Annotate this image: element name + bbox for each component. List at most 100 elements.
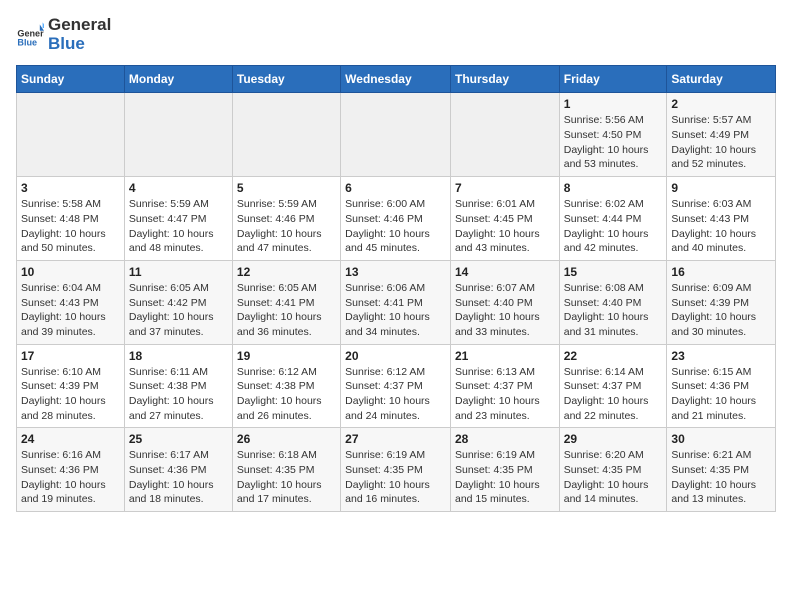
day-info: Sunrise: 6:12 AM Sunset: 4:38 PM Dayligh… [237,365,336,424]
day-number: 27 [345,432,446,446]
day-number: 12 [237,265,336,279]
day-number: 18 [129,349,228,363]
calendar-cell: 30 Sunrise: 6:21 AM Sunset: 4:35 PM Dayli… [667,428,776,512]
day-info: Sunrise: 6:05 AM Sunset: 4:41 PM Dayligh… [237,281,336,340]
day-info: Sunrise: 5:57 AM Sunset: 4:49 PM Dayligh… [671,113,771,172]
day-number: 2 [671,97,771,111]
day-info: Sunrise: 6:06 AM Sunset: 4:41 PM Dayligh… [345,281,446,340]
calendar-cell: 11 Sunrise: 6:05 AM Sunset: 4:42 PM Dayli… [124,260,232,344]
day-info: Sunrise: 6:01 AM Sunset: 4:45 PM Dayligh… [455,197,555,256]
weekday-saturday: Saturday [667,66,776,93]
week-row-1: 1 Sunrise: 5:56 AM Sunset: 4:50 PM Daylig… [17,93,776,177]
day-number: 6 [345,181,446,195]
calendar-cell: 9 Sunrise: 6:03 AM Sunset: 4:43 PM Daylig… [667,177,776,261]
logo-blue: Blue [48,35,111,54]
calendar-cell [124,93,232,177]
calendar-cell: 5 Sunrise: 5:59 AM Sunset: 4:46 PM Daylig… [232,177,340,261]
day-number: 16 [671,265,771,279]
header: General Blue General Blue [16,16,776,53]
calendar-cell: 19 Sunrise: 6:12 AM Sunset: 4:38 PM Dayli… [232,344,340,428]
week-row-4: 17 Sunrise: 6:10 AM Sunset: 4:39 PM Dayli… [17,344,776,428]
day-number: 9 [671,181,771,195]
day-info: Sunrise: 6:19 AM Sunset: 4:35 PM Dayligh… [345,448,446,507]
calendar-cell: 25 Sunrise: 6:17 AM Sunset: 4:36 PM Dayli… [124,428,232,512]
weekday-tuesday: Tuesday [232,66,340,93]
day-info: Sunrise: 6:02 AM Sunset: 4:44 PM Dayligh… [564,197,663,256]
day-number: 14 [455,265,555,279]
day-number: 29 [564,432,663,446]
calendar-cell: 4 Sunrise: 5:59 AM Sunset: 4:47 PM Daylig… [124,177,232,261]
calendar-cell: 2 Sunrise: 5:57 AM Sunset: 4:49 PM Daylig… [667,93,776,177]
day-number: 20 [345,349,446,363]
logo-icon: General Blue [16,21,44,49]
day-info: Sunrise: 6:08 AM Sunset: 4:40 PM Dayligh… [564,281,663,340]
day-info: Sunrise: 6:20 AM Sunset: 4:35 PM Dayligh… [564,448,663,507]
day-number: 23 [671,349,771,363]
day-info: Sunrise: 6:00 AM Sunset: 4:46 PM Dayligh… [345,197,446,256]
day-info: Sunrise: 6:12 AM Sunset: 4:37 PM Dayligh… [345,365,446,424]
calendar-cell: 3 Sunrise: 5:58 AM Sunset: 4:48 PM Daylig… [17,177,125,261]
week-row-2: 3 Sunrise: 5:58 AM Sunset: 4:48 PM Daylig… [17,177,776,261]
weekday-wednesday: Wednesday [341,66,451,93]
day-info: Sunrise: 6:17 AM Sunset: 4:36 PM Dayligh… [129,448,228,507]
calendar-cell [17,93,125,177]
day-info: Sunrise: 6:11 AM Sunset: 4:38 PM Dayligh… [129,365,228,424]
calendar-cell: 7 Sunrise: 6:01 AM Sunset: 4:45 PM Daylig… [450,177,559,261]
weekday-sunday: Sunday [17,66,125,93]
calendar-cell: 29 Sunrise: 6:20 AM Sunset: 4:35 PM Dayli… [559,428,667,512]
calendar-cell: 6 Sunrise: 6:00 AM Sunset: 4:46 PM Daylig… [341,177,451,261]
day-info: Sunrise: 6:18 AM Sunset: 4:35 PM Dayligh… [237,448,336,507]
calendar-cell: 24 Sunrise: 6:16 AM Sunset: 4:36 PM Dayli… [17,428,125,512]
day-number: 5 [237,181,336,195]
day-info: Sunrise: 6:09 AM Sunset: 4:39 PM Dayligh… [671,281,771,340]
weekday-thursday: Thursday [450,66,559,93]
day-number: 19 [237,349,336,363]
day-info: Sunrise: 6:19 AM Sunset: 4:35 PM Dayligh… [455,448,555,507]
calendar-cell: 23 Sunrise: 6:15 AM Sunset: 4:36 PM Dayli… [667,344,776,428]
day-number: 22 [564,349,663,363]
calendar-cell: 18 Sunrise: 6:11 AM Sunset: 4:38 PM Dayli… [124,344,232,428]
calendar-cell: 14Sunrise: 6:07 AM Sunset: 4:40 PM Dayli… [450,260,559,344]
calendar-cell: 21Sunrise: 6:13 AM Sunset: 4:37 PM Dayli… [450,344,559,428]
week-row-5: 24 Sunrise: 6:16 AM Sunset: 4:36 PM Dayli… [17,428,776,512]
day-number: 26 [237,432,336,446]
weekday-monday: Monday [124,66,232,93]
day-info: Sunrise: 6:10 AM Sunset: 4:39 PM Dayligh… [21,365,120,424]
day-number: 24 [21,432,120,446]
calendar-cell: 17 Sunrise: 6:10 AM Sunset: 4:39 PM Dayli… [17,344,125,428]
day-info: Sunrise: 6:04 AM Sunset: 4:43 PM Dayligh… [21,281,120,340]
day-info: Sunrise: 5:59 AM Sunset: 4:47 PM Dayligh… [129,197,228,256]
day-info: Sunrise: 6:05 AM Sunset: 4:42 PM Dayligh… [129,281,228,340]
day-number: 25 [129,432,228,446]
weekday-header-row: SundayMondayTuesdayWednesdayThursdayFrid… [17,66,776,93]
calendar-cell: 28 Sunrise: 6:19 AM Sunset: 4:35 PM Dayli… [450,428,559,512]
calendar-cell: 26 Sunrise: 6:18 AM Sunset: 4:35 PM Dayli… [232,428,340,512]
day-number: 1 [564,97,663,111]
day-number: 3 [21,181,120,195]
day-number: 10 [21,265,120,279]
svg-text:Blue: Blue [17,37,37,47]
calendar-cell: 22 Sunrise: 6:14 AM Sunset: 4:37 PM Dayli… [559,344,667,428]
day-number: 11 [129,265,228,279]
calendar-body: 1 Sunrise: 5:56 AM Sunset: 4:50 PM Daylig… [17,93,776,512]
weekday-friday: Friday [559,66,667,93]
week-row-3: 10 Sunrise: 6:04 AM Sunset: 4:43 PM Dayli… [17,260,776,344]
day-number: 28 [455,432,555,446]
day-number: 30 [671,432,771,446]
day-info: Sunrise: 6:15 AM Sunset: 4:36 PM Dayligh… [671,365,771,424]
day-number: 15 [564,265,663,279]
day-number: 17 [21,349,120,363]
calendar-cell: 10 Sunrise: 6:04 AM Sunset: 4:43 PM Dayli… [17,260,125,344]
logo-general: General [48,16,111,35]
day-number: 4 [129,181,228,195]
day-info: Sunrise: 5:59 AM Sunset: 4:46 PM Dayligh… [237,197,336,256]
day-info: Sunrise: 6:16 AM Sunset: 4:36 PM Dayligh… [21,448,120,507]
calendar-cell: 12 Sunrise: 6:05 AM Sunset: 4:41 PM Dayli… [232,260,340,344]
day-info: Sunrise: 6:03 AM Sunset: 4:43 PM Dayligh… [671,197,771,256]
day-info: Sunrise: 6:14 AM Sunset: 4:37 PM Dayligh… [564,365,663,424]
calendar-cell [450,93,559,177]
day-info: Sunrise: 6:21 AM Sunset: 4:35 PM Dayligh… [671,448,771,507]
day-info: Sunrise: 5:58 AM Sunset: 4:48 PM Dayligh… [21,197,120,256]
day-info: Sunrise: 5:56 AM Sunset: 4:50 PM Dayligh… [564,113,663,172]
day-number: 7 [455,181,555,195]
